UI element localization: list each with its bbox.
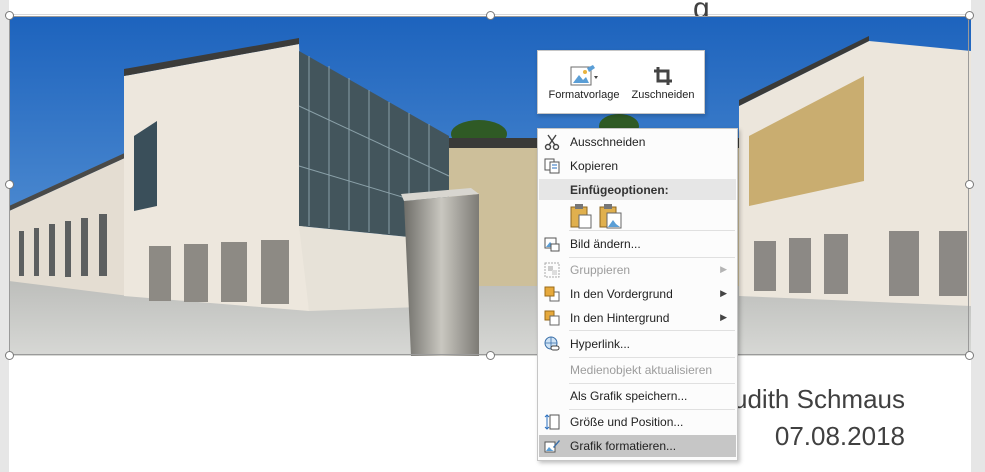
resize-handle-bottom-right[interactable] — [965, 351, 974, 360]
mini-toolbar: Formatvorlage Zuschneiden — [537, 50, 705, 114]
menu-item-update-media-label: Medienobjekt aktualisieren — [570, 363, 713, 377]
crop-icon — [652, 63, 674, 89]
resize-handle-top[interactable] — [486, 11, 495, 20]
menu-item-copy-label: Kopieren — [570, 159, 619, 173]
resize-handle-top-right[interactable] — [965, 11, 974, 20]
menu-item-bring-forward-label: In den Vordergrund — [570, 287, 673, 301]
context-menu: Ausschneiden Kopieren Einfügeoptionen: B… — [537, 128, 738, 461]
paste-keep-format-icon — [570, 204, 592, 229]
menu-item-cut-label: Ausschneiden — [570, 135, 646, 149]
menu-item-format-picture-label: Grafik formatieren... — [570, 439, 677, 453]
menu-item-send-backward-label: In den Hintergrund — [570, 311, 670, 325]
menu-separator — [569, 357, 735, 358]
menu-item-hyperlink-label: Hyperlink... — [570, 337, 631, 351]
menu-item-copy[interactable]: Kopieren — [539, 155, 736, 177]
menu-item-group-label: Gruppieren — [570, 263, 631, 277]
resize-handle-top-left[interactable] — [5, 11, 14, 20]
menu-item-bring-forward[interactable]: In den Vordergrund ▶ — [539, 283, 736, 305]
format-picture-icon — [544, 440, 560, 453]
change-picture-icon — [544, 237, 560, 252]
menu-item-size-position-label: Größe und Position... — [570, 415, 684, 429]
menu-item-save-as-picture-label: Als Grafik speichern... — [570, 389, 688, 403]
paste-options-label: Einfügeoptionen: — [570, 183, 669, 197]
submenu-arrow-icon: ▶ — [720, 288, 727, 298]
menu-item-send-backward[interactable]: In den Hintergrund ▶ — [539, 307, 736, 329]
resize-handle-bottom[interactable] — [486, 351, 495, 360]
resize-handle-bottom-left[interactable] — [5, 351, 14, 360]
copy-icon — [544, 158, 560, 174]
picture-style-icon — [569, 63, 599, 89]
group-icon — [544, 262, 560, 278]
selected-picture[interactable] — [9, 16, 971, 356]
slide: g Bildquelle: Judith Schmaus 07.08.2018 — [9, 0, 971, 472]
paste-options-header: Einfügeoptionen: — [539, 179, 736, 200]
crop-button-label: Zuschneiden — [631, 89, 695, 101]
menu-item-format-picture[interactable]: Grafik formatieren... — [539, 435, 736, 457]
hyperlink-icon — [544, 336, 560, 351]
menu-separator — [569, 409, 735, 410]
paste-option-keep-formatting[interactable] — [569, 203, 593, 229]
submenu-arrow-icon: ▶ — [720, 264, 727, 274]
menu-separator — [569, 257, 735, 258]
resize-handle-right[interactable] — [965, 180, 974, 189]
paste-picture-icon — [599, 204, 622, 229]
submenu-arrow-icon: ▶ — [720, 312, 727, 322]
menu-item-cut[interactable]: Ausschneiden — [539, 131, 736, 153]
resize-handle-left[interactable] — [5, 180, 14, 189]
menu-separator — [569, 383, 735, 384]
scissors-icon — [544, 134, 560, 150]
menu-item-group: Gruppieren ▶ — [539, 259, 736, 281]
menu-separator — [569, 230, 735, 231]
menu-item-change-picture-label: Bild ändern... — [570, 237, 641, 251]
building-photo — [9, 16, 971, 356]
crop-button[interactable]: Zuschneiden — [626, 51, 700, 113]
style-button-label: Formatvorlage — [548, 89, 620, 101]
size-position-icon — [544, 414, 560, 430]
menu-item-size-position[interactable]: Größe und Position... — [539, 411, 736, 433]
style-button[interactable]: Formatvorlage — [542, 51, 626, 113]
menu-separator — [569, 330, 735, 331]
bring-forward-icon — [544, 286, 560, 302]
menu-item-change-picture[interactable]: Bild ändern... — [539, 233, 736, 255]
menu-item-hyperlink[interactable]: Hyperlink... — [539, 333, 736, 355]
paste-option-picture[interactable] — [598, 203, 622, 229]
caption-date[interactable]: 07.08.2018 — [775, 421, 905, 452]
menu-item-save-as-picture[interactable]: Als Grafik speichern... — [539, 385, 736, 407]
menu-item-update-media: Medienobjekt aktualisieren — [539, 359, 736, 381]
send-backward-icon — [544, 310, 560, 326]
